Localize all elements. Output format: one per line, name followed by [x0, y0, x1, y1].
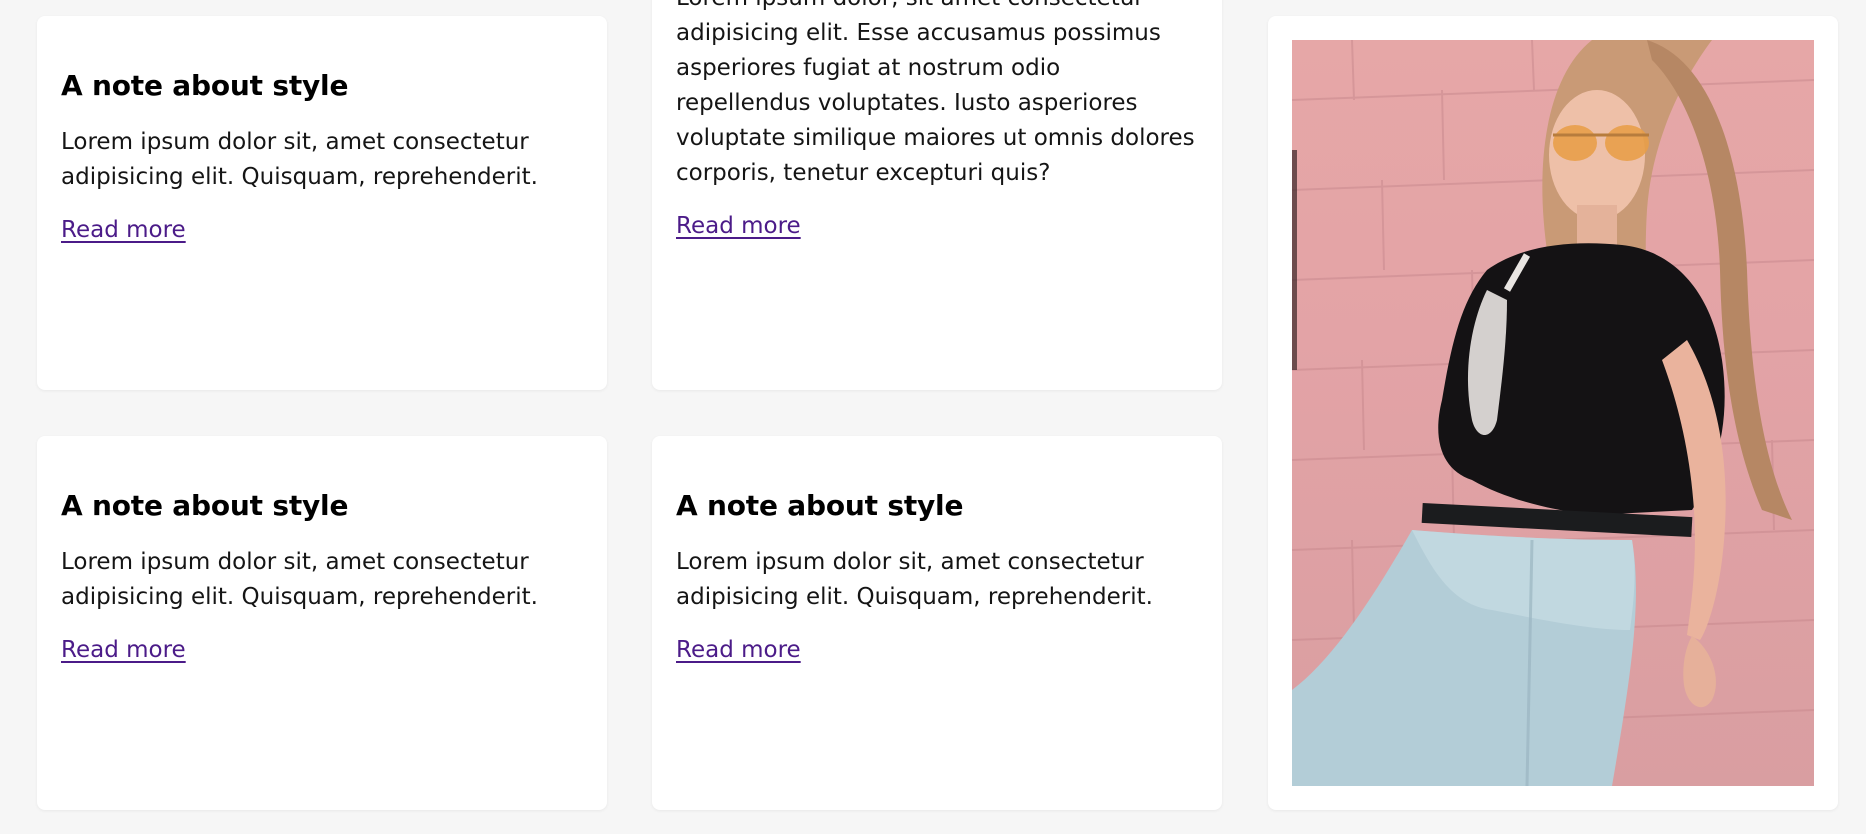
article-card-2: Lorem ipsum dolor, sit amet consectetur …: [652, 0, 1222, 390]
read-more-link[interactable]: Read more: [676, 637, 801, 663]
card-title: A note about style: [61, 69, 349, 102]
card-text: Lorem ipsum dolor sit, amet consectetur …: [61, 129, 538, 190]
card-title: A note about style: [61, 489, 349, 522]
article-card-3: A note about style Lorem ipsum dolor sit…: [37, 436, 607, 810]
read-more-link[interactable]: Read more: [61, 637, 186, 663]
article-card-4: A note about style Lorem ipsum dolor sit…: [652, 436, 1222, 810]
read-more-link[interactable]: Read more: [676, 213, 801, 239]
card-title: A note about style: [676, 489, 964, 522]
card-text: Lorem ipsum dolor sit, amet consectetur …: [676, 549, 1153, 610]
woman-photo-icon: [1292, 40, 1814, 786]
card-text: Lorem ipsum dolor sit, amet consectetur …: [61, 549, 538, 610]
image-card: [1268, 16, 1838, 810]
card-text: Lorem ipsum dolor, sit amet consectetur …: [676, 0, 1195, 186]
article-card-1: A note about style Lorem ipsum dolor sit…: [37, 16, 607, 390]
read-more-link[interactable]: Read more: [61, 217, 186, 243]
